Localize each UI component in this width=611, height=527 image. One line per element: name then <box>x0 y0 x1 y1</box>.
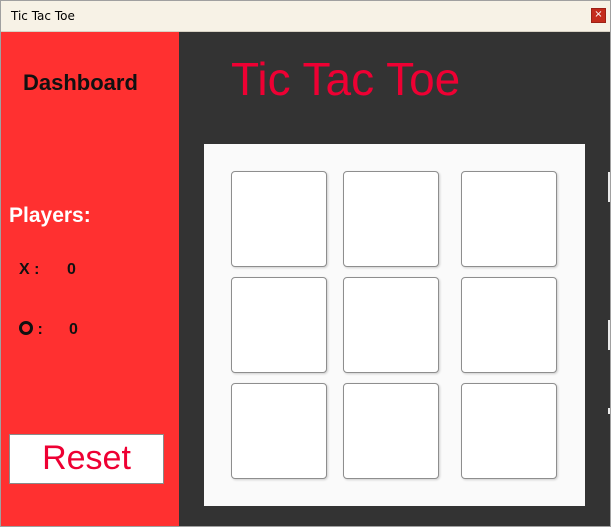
game-area: Tic Tac Toe <box>179 32 610 526</box>
page-title: Tic Tac Toe <box>231 53 461 105</box>
edge-divider <box>608 408 610 414</box>
app-window: Tic Tac Toe × Dashboard Players: X : 0 :… <box>0 0 611 527</box>
dashboard-title: Dashboard <box>23 70 138 95</box>
close-button[interactable]: × <box>591 8 606 23</box>
player-x-score: 0 <box>67 261 76 278</box>
board-cell-3[interactable] <box>461 171 557 267</box>
player-o-score-row: : 0 <box>19 321 78 339</box>
board-cell-1[interactable] <box>231 171 327 267</box>
title-bar[interactable]: Tic Tac Toe × <box>1 1 610 32</box>
window-title: Tic Tac Toe <box>11 9 75 23</box>
board-cell-7[interactable] <box>231 383 327 479</box>
board-cell-4[interactable] <box>231 277 327 373</box>
board-cell-9[interactable] <box>461 383 557 479</box>
circle-o-icon <box>19 321 33 335</box>
game-board <box>204 144 585 506</box>
players-heading: Players: <box>9 204 91 227</box>
player-x-label: X : <box>19 261 40 278</box>
close-icon: × <box>594 9 603 20</box>
board-cell-8[interactable] <box>343 383 439 479</box>
board-cell-6[interactable] <box>461 277 557 373</box>
reset-button[interactable]: Reset <box>9 434 164 484</box>
edge-divider <box>608 172 610 202</box>
player-o-score: 0 <box>69 321 78 338</box>
dashboard-sidebar: Dashboard Players: X : 0 : 0 Reset <box>1 32 179 526</box>
player-x-score-row: X : 0 <box>19 261 76 279</box>
board-cell-2[interactable] <box>343 171 439 267</box>
board-cell-5[interactable] <box>343 277 439 373</box>
edge-divider <box>608 320 610 350</box>
player-o-label: : <box>37 321 43 338</box>
